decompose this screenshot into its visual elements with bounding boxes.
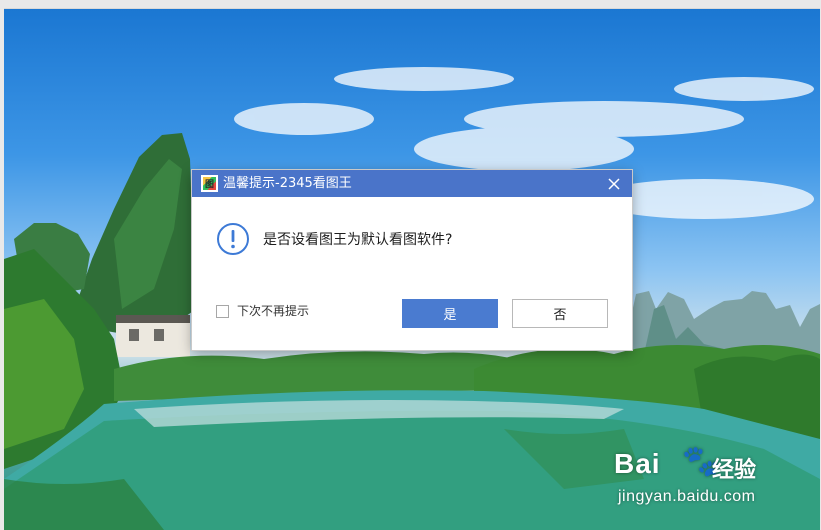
watermark-brand-suffix: 经验 [712,458,757,483]
exclamation-circle-icon [217,223,249,255]
2345-picture-viewer-icon: 图 [201,175,218,192]
watermark-url: jingyan.baidu.com [618,488,756,505]
default-viewer-prompt-dialog: 图 温馨提示-2345看图王 是否设看图王为默认看图软件? 下次不再提示 是 否 [192,170,632,350]
watermark-brand: Bai [614,448,661,479]
dont-show-again-label[interactable]: 下次不再提示 [237,303,309,319]
dont-show-again-checkbox[interactable] [216,305,229,318]
dialog-titlebar[interactable]: 图 温馨提示-2345看图王 [192,170,632,197]
close-icon [608,178,620,190]
close-button[interactable] [604,174,624,194]
dialog-title: 温馨提示-2345看图王 [223,176,352,191]
dialog-message: 是否设看图王为默认看图软件? [263,232,453,248]
yes-button[interactable]: 是 [402,299,498,328]
no-button[interactable]: 否 [512,299,608,328]
baidu-jingyan-watermark: Bai 🐾 经验 jingyan.baidu.com [614,444,774,510]
